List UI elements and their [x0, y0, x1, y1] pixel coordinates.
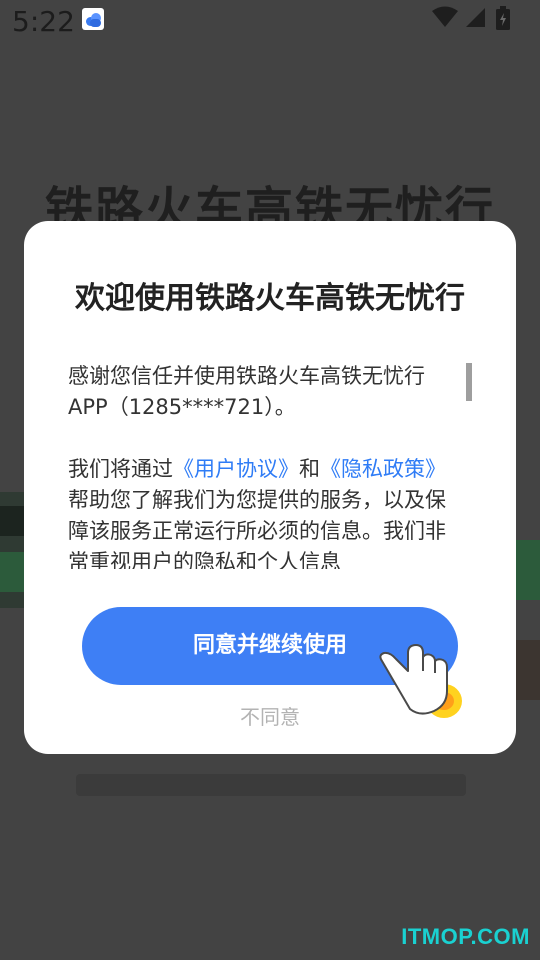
status-bar: 5:22: [0, 0, 540, 44]
privacy-dialog: 欢迎使用铁路火车高铁无忧行 感谢您信任并使用铁路火车高铁无忧行APP（1285*…: [24, 221, 516, 754]
background-train-image-right: [514, 540, 540, 600]
dialog-body[interactable]: 感谢您信任并使用铁路火车高铁无忧行APP（1285****721）。 我们将通过…: [68, 361, 464, 569]
scrollbar-thumb[interactable]: [466, 363, 472, 401]
disagree-button[interactable]: 不同意: [24, 701, 516, 733]
battery-icon: [496, 6, 510, 30]
watermark-logo: ITMOP.COM: [401, 924, 530, 949]
dialog-para-agreements: 我们将通过《用户协议》和《隐私政策》帮助您了解我们为您提供的服务，以及保障该服务…: [68, 454, 464, 569]
user-agreement-link[interactable]: 《用户协议》: [173, 457, 299, 481]
para2-text-after: 帮助您了解我们为您提供的服务，以及保障该服务正常运行所必须的信息。我们非常重视用…: [68, 488, 446, 569]
privacy-policy-link[interactable]: 《隐私政策》: [320, 457, 446, 481]
app-notification-icon: [82, 8, 104, 30]
dialog-para-thanks: 感谢您信任并使用铁路火车高铁无忧行APP（1285****721）。: [68, 364, 425, 419]
status-time: 5:22: [12, 5, 75, 38]
para2-text-and: 和: [299, 457, 320, 481]
screen: 5:22 铁路火车高铁无忧行 欢迎使用铁路火车高铁无忧行 感谢您信任并使用铁路火…: [0, 0, 540, 960]
background-train-image: [0, 492, 26, 608]
background-input-bar: [76, 774, 466, 796]
dialog-title: 欢迎使用铁路火车高铁无忧行: [75, 281, 465, 316]
wifi-icon: [432, 6, 458, 27]
signal-icon: [466, 8, 485, 27]
para2-text-before: 我们将通过: [68, 457, 173, 481]
